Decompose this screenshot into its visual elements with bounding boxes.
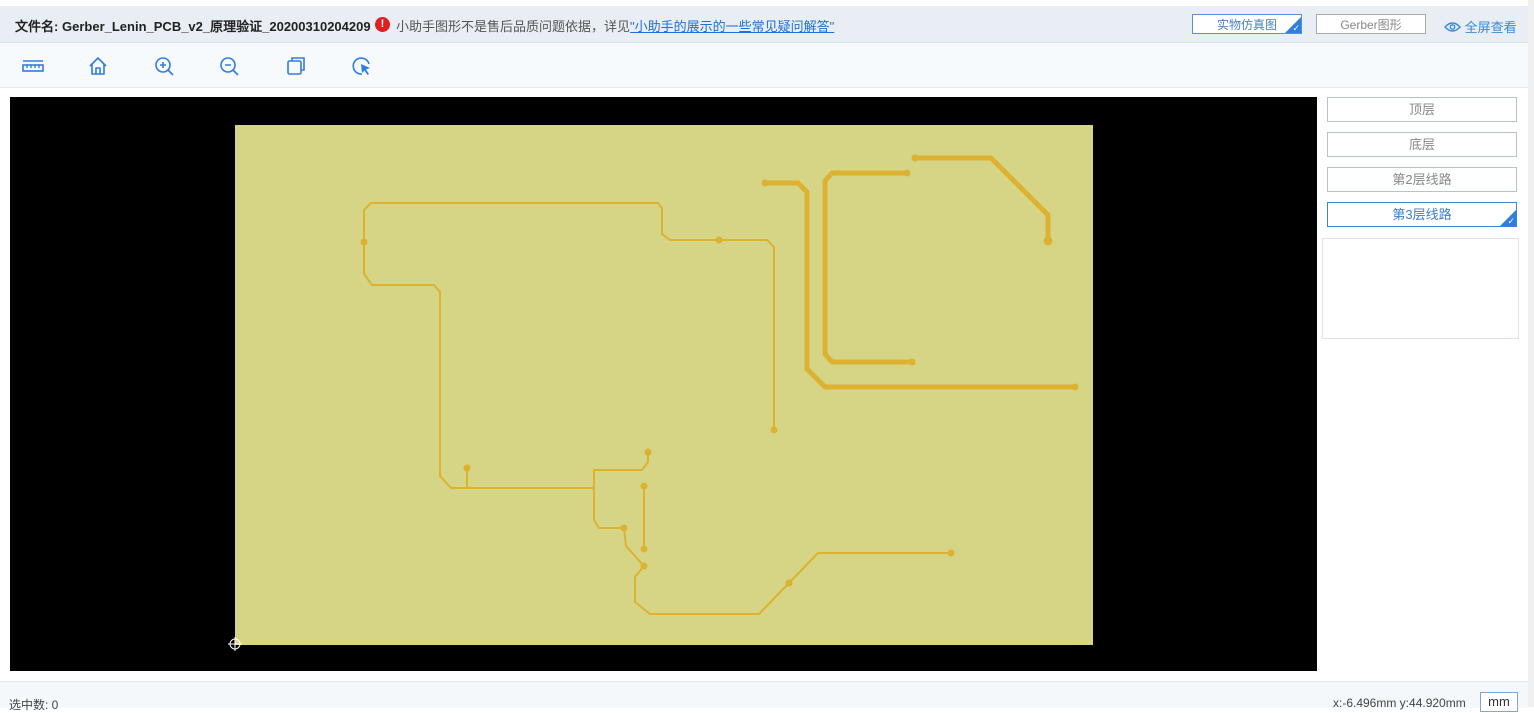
unit-toggle-button[interactable]: mm bbox=[1480, 692, 1518, 712]
toolbar bbox=[0, 43, 1528, 88]
fullscreen-label: 全屏查看 bbox=[1464, 20, 1517, 35]
faq-link[interactable]: "小助手的展示的一些常见疑问解答" bbox=[630, 19, 834, 34]
warning-text: 小助手图形不是售后品质问题依据，详见 bbox=[396, 19, 631, 34]
layer-detail-panel bbox=[1322, 238, 1519, 339]
file-name: Gerber_Lenin_PCB_v2_原理验证_20200310204209 bbox=[62, 19, 371, 34]
layer-2-label: 第2层线路 bbox=[1392, 172, 1452, 187]
zoom-in-icon[interactable] bbox=[153, 55, 175, 77]
warning-message: 小助手图形不是售后品质问题依据，详见"小助手的展示的一些常见疑问解答" bbox=[396, 16, 834, 35]
cursor-coordinates: x:-6.496mm y:44.920mm bbox=[1333, 696, 1466, 710]
layer-3-button[interactable]: 第3层线路 ✓ bbox=[1327, 202, 1517, 227]
ruler-icon[interactable] bbox=[22, 55, 44, 77]
layer-2-button[interactable]: 第2层线路 bbox=[1327, 167, 1517, 192]
file-name-label: 文件名: bbox=[15, 19, 59, 34]
pcb-board-view[interactable] bbox=[10, 97, 1317, 671]
layer-top-label: 顶层 bbox=[1408, 102, 1435, 117]
status-bar: 选中数: 0 x:-6.496mm y:44.920mm mm bbox=[0, 681, 1528, 712]
realistic-view-label: 实物仿真图 bbox=[1216, 18, 1277, 32]
layer-bottom-button[interactable]: 底层 bbox=[1327, 132, 1517, 157]
page-scrollbar[interactable] bbox=[1528, 0, 1534, 707]
eye-icon bbox=[1444, 22, 1461, 32]
layer-3-label: 第3层线路 bbox=[1392, 207, 1452, 222]
realistic-view-button[interactable]: 实物仿真图 ✓ bbox=[1192, 14, 1302, 34]
gerber-view-button[interactable]: Gerber图形 bbox=[1316, 14, 1426, 34]
gerber-view-label: Gerber图形 bbox=[1340, 18, 1402, 32]
warning-icon: ! bbox=[375, 17, 390, 32]
check-icon: ✓ bbox=[1507, 216, 1515, 226]
selected-count: 选中数: 0 bbox=[9, 698, 59, 712]
home-icon[interactable] bbox=[87, 55, 109, 77]
fullscreen-button[interactable]: 全屏查看 bbox=[1444, 17, 1517, 36]
zoom-out-icon[interactable] bbox=[218, 55, 240, 77]
layer-bottom-label: 底层 bbox=[1408, 137, 1435, 152]
copy-icon[interactable] bbox=[285, 55, 307, 77]
select-icon[interactable] bbox=[351, 55, 373, 77]
check-icon: ✓ bbox=[1292, 23, 1300, 33]
top-bar: 文件名: Gerber_Lenin_PCB_v2_原理验证_2020031020… bbox=[0, 6, 1528, 43]
layer-list: 顶层 底层 第2层线路 第3层线路 ✓ bbox=[1327, 97, 1517, 237]
layer-top-button[interactable]: 顶层 bbox=[1327, 97, 1517, 122]
